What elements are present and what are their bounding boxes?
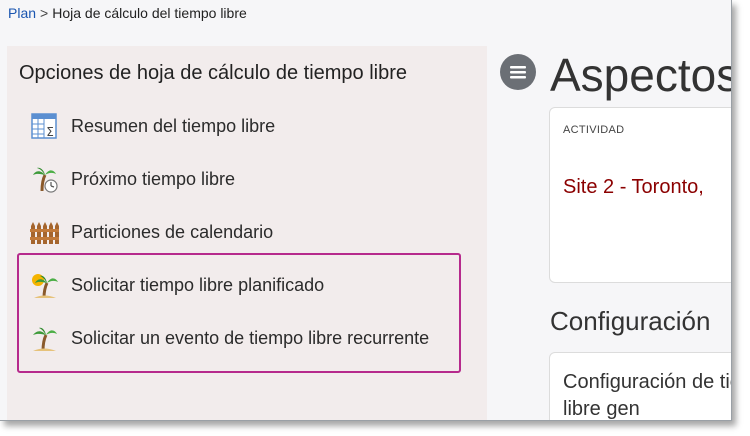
highlight-box <box>17 253 461 373</box>
sidebar-toggle-button[interactable] <box>500 54 536 90</box>
config-card: Configuración de tiempo libre gen <box>549 352 731 420</box>
menu-item-label: Particiones de calendario <box>71 221 274 242</box>
menu-item-label: Resumen del tiempo libre <box>71 115 276 136</box>
menu-item-label: Próximo tiempo libre <box>71 168 236 189</box>
menu-item-calendar-partitions[interactable]: Particiones de calendario <box>29 212 273 252</box>
app-window: Plan > Hoja de cálculo del tiempo libre Op… <box>0 0 732 421</box>
breadcrumb-current: Hoja de cálculo del tiempo libre <box>52 5 247 21</box>
sidebar-title: Opciones de hoja de cálculo de tiempo li… <box>19 62 408 84</box>
spreadsheet-sum-icon: Σ <box>29 111 59 141</box>
menu-item-upcoming-time-off[interactable]: Próximo tiempo libre <box>29 159 235 199</box>
section-heading: Configuración <box>550 306 711 336</box>
activity-value[interactable]: Site 2 - Toronto, <box>563 176 704 199</box>
page-title: Aspectos <box>550 49 732 101</box>
menu-item-time-off-summary[interactable]: Σ Resumen del tiempo libre <box>29 106 275 146</box>
breadcrumb: Plan > Hoja de cálculo del tiempo libre <box>8 5 247 21</box>
breadcrumb-link-plan[interactable]: Plan <box>8 5 36 21</box>
breadcrumb-separator: > <box>40 5 49 21</box>
menu-icon <box>510 66 526 79</box>
activity-card: ACTIVIDAD Site 2 - Toronto, <box>549 107 731 283</box>
svg-text:Σ: Σ <box>46 125 54 139</box>
activity-label: ACTIVIDAD <box>563 124 625 136</box>
fence-icon <box>29 217 59 247</box>
config-card-text: Configuración de tiempo libre gen <box>563 371 731 420</box>
palm-tree-clock-icon <box>29 164 59 194</box>
